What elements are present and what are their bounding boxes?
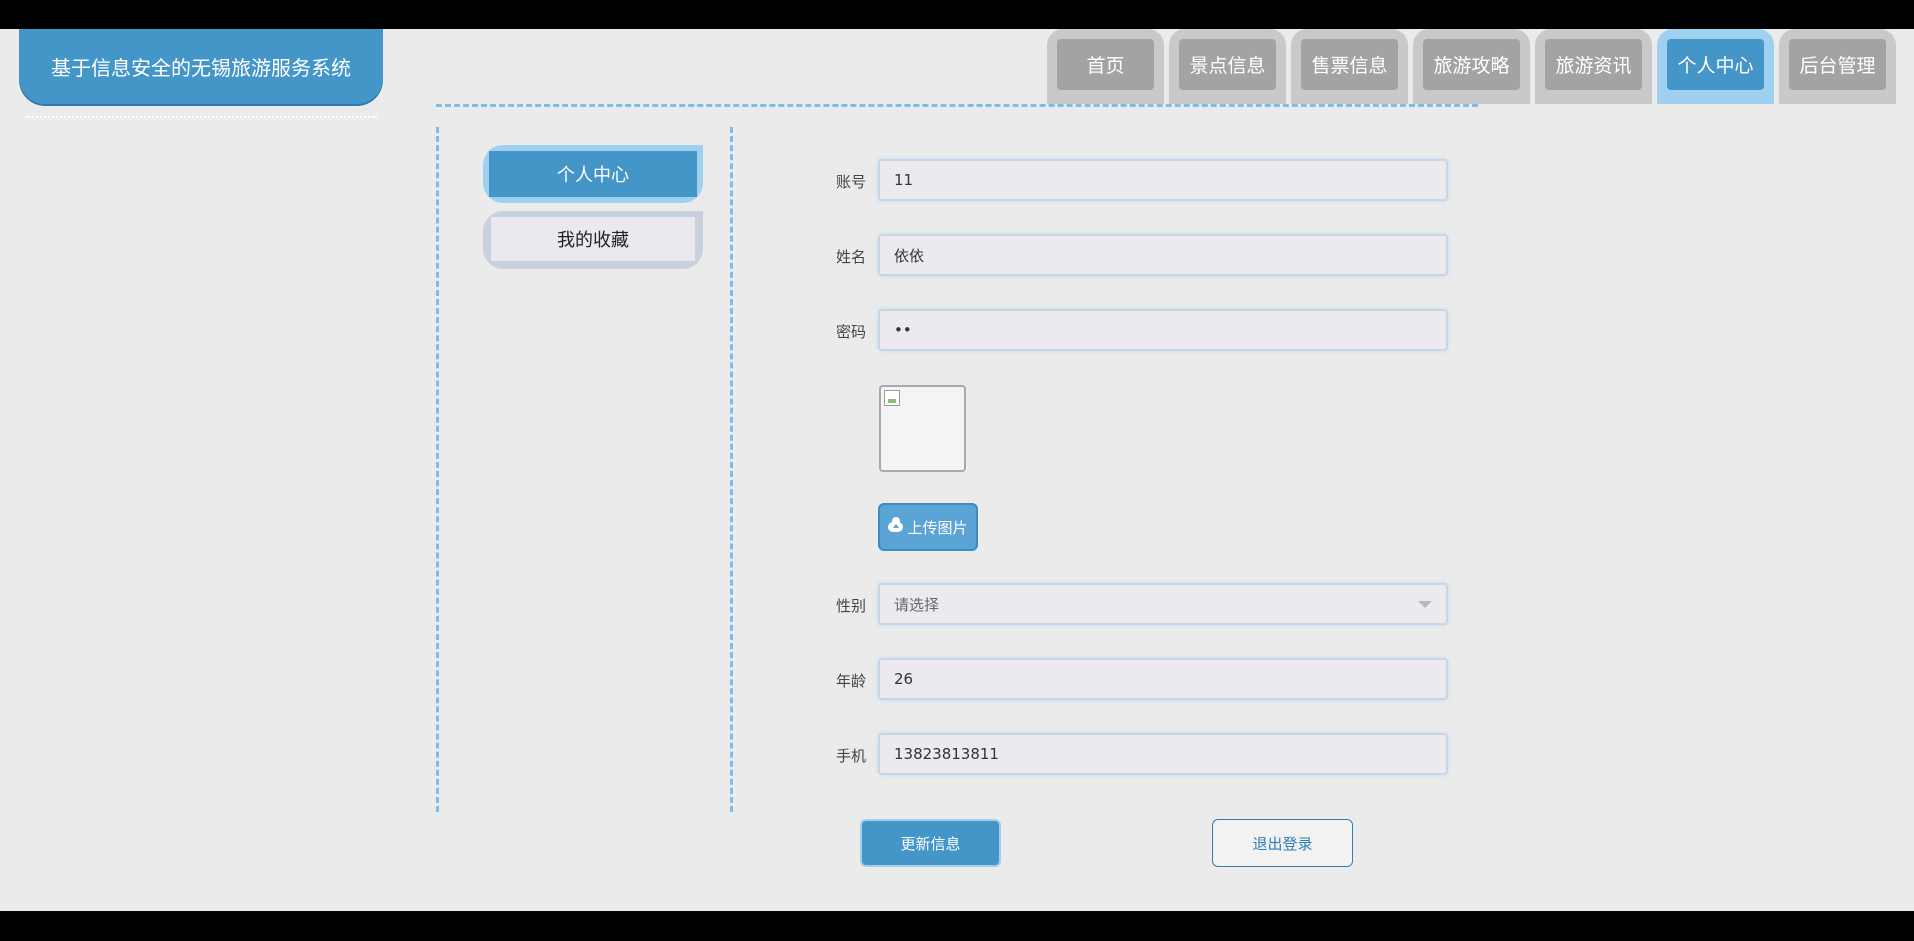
tab-profile[interactable]: 个人中心 bbox=[1657, 29, 1774, 104]
tab-guides[interactable]: 旅游攻略 bbox=[1413, 29, 1530, 104]
tab-news-label: 旅游资讯 bbox=[1545, 39, 1642, 90]
broken-image-icon bbox=[884, 390, 900, 406]
sidebar-item-profile-label: 个人中心 bbox=[489, 151, 697, 197]
tab-home-label: 首页 bbox=[1057, 39, 1154, 90]
gender-select[interactable]: 请选择 bbox=[878, 583, 1448, 625]
sidebar-item-favorites[interactable]: 我的收藏 bbox=[483, 211, 703, 269]
account-label: 账号 bbox=[836, 173, 867, 191]
account-field[interactable] bbox=[878, 159, 1448, 201]
password-field[interactable] bbox=[878, 309, 1448, 351]
sidebar-item-profile[interactable]: 个人中心 bbox=[483, 145, 703, 203]
tab-profile-label: 个人中心 bbox=[1667, 39, 1764, 90]
tab-news[interactable]: 旅游资讯 bbox=[1535, 29, 1652, 104]
password-label: 密码 bbox=[836, 323, 867, 341]
logout-button[interactable]: 退出登录 bbox=[1212, 819, 1353, 867]
tab-tickets[interactable]: 售票信息 bbox=[1291, 29, 1408, 104]
cloud-upload-icon bbox=[888, 517, 904, 532]
tab-admin-label: 后台管理 bbox=[1789, 39, 1886, 90]
age-field[interactable] bbox=[878, 658, 1448, 700]
tab-guides-label: 旅游攻略 bbox=[1423, 39, 1520, 90]
tab-tickets-label: 售票信息 bbox=[1301, 39, 1398, 90]
nav-divider bbox=[436, 104, 1478, 107]
upload-image-button[interactable]: 上传图片 bbox=[878, 503, 978, 551]
tab-attractions-label: 景点信息 bbox=[1179, 39, 1276, 90]
phone-label: 手机 bbox=[836, 747, 867, 765]
gender-select-placeholder: 请选择 bbox=[894, 595, 940, 614]
tab-home[interactable]: 首页 bbox=[1047, 29, 1164, 104]
page: 基于信息安全的无锡旅游服务系统 首页 景点信息 售票信息 旅游攻略 旅游资讯 个… bbox=[0, 29, 1914, 911]
avatar-preview bbox=[879, 385, 966, 472]
site-title-text: 基于信息安全的无锡旅游服务系统 bbox=[51, 56, 351, 80]
chevron-down-icon bbox=[1418, 600, 1432, 608]
gender-label: 性别 bbox=[836, 597, 867, 615]
main-nav: 首页 景点信息 售票信息 旅游攻略 旅游资讯 个人中心 后台管理 bbox=[1047, 29, 1896, 104]
age-label: 年龄 bbox=[836, 672, 867, 690]
tab-admin[interactable]: 后台管理 bbox=[1779, 29, 1896, 104]
upload-image-label: 上传图片 bbox=[907, 518, 968, 537]
name-field[interactable] bbox=[878, 234, 1448, 276]
phone-field[interactable] bbox=[878, 733, 1448, 775]
site-title: 基于信息安全的无锡旅游服务系统 bbox=[19, 29, 383, 118]
update-info-button[interactable]: 更新信息 bbox=[860, 819, 1001, 867]
name-label: 姓名 bbox=[836, 248, 867, 266]
sidebar-item-favorites-label: 我的收藏 bbox=[491, 217, 695, 261]
sidebar: 个人中心 我的收藏 bbox=[436, 127, 733, 812]
tab-attractions[interactable]: 景点信息 bbox=[1169, 29, 1286, 104]
